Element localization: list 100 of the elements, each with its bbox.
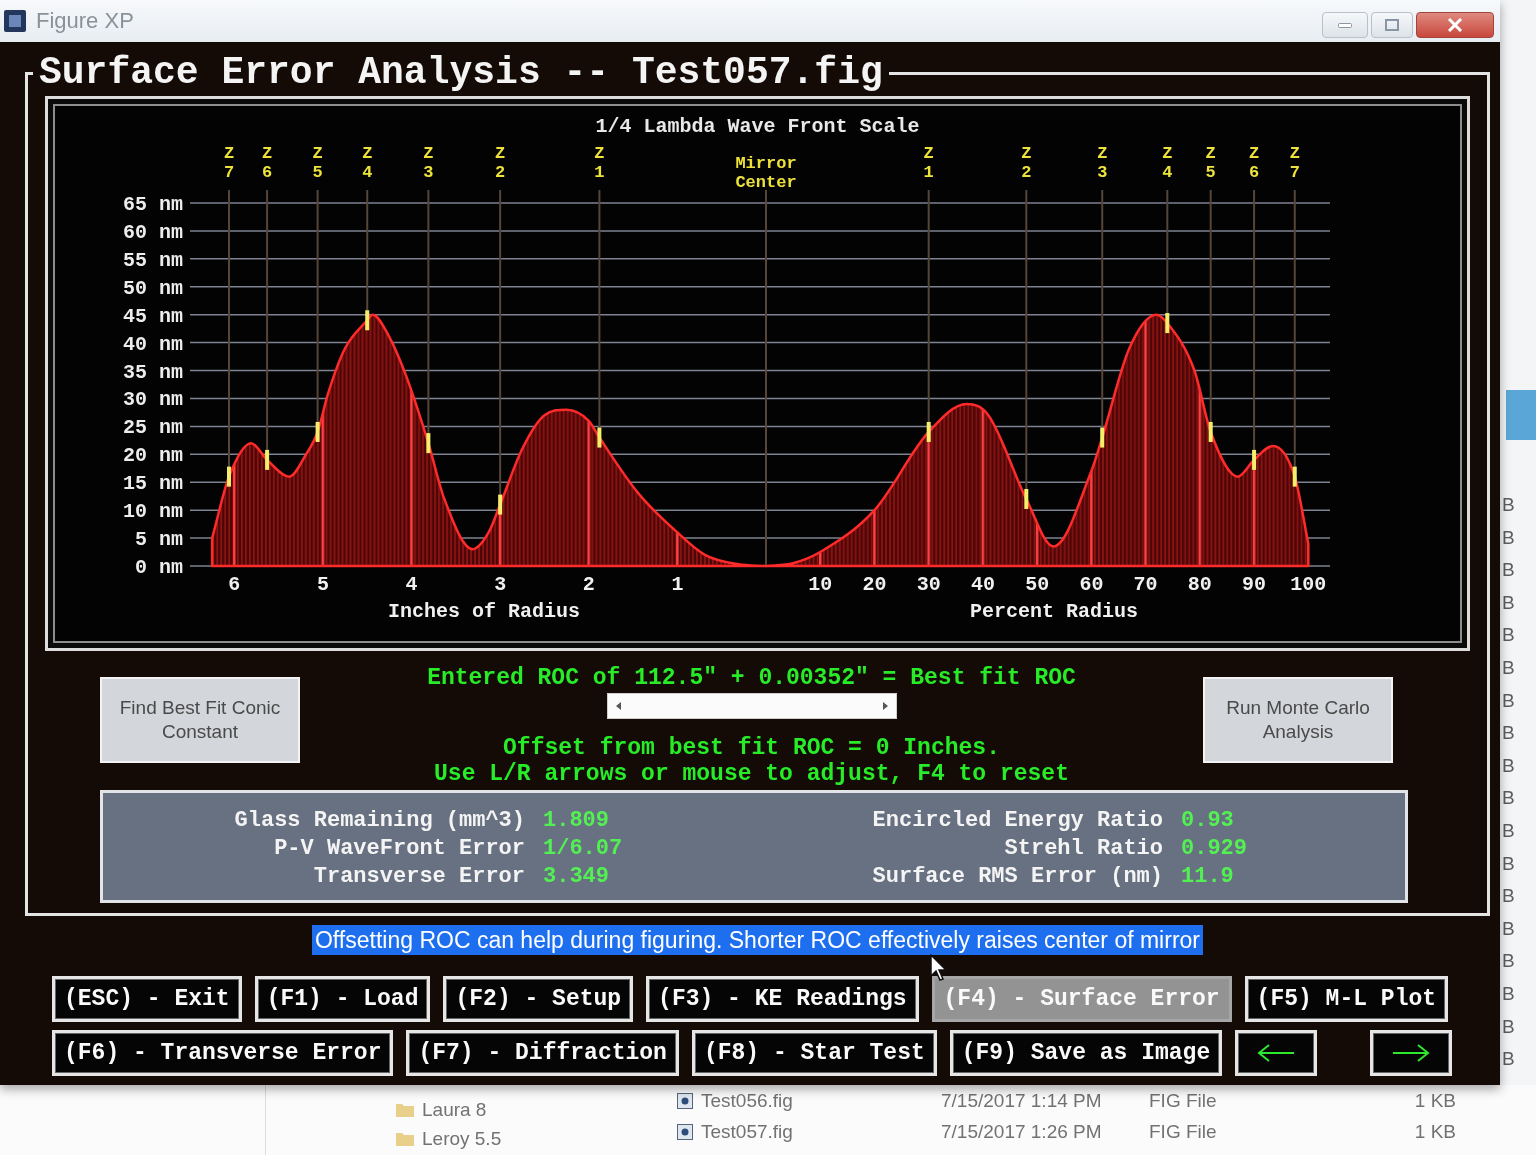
function-key-button[interactable]: (F5) M-L Plot: [1244, 976, 1449, 1022]
function-key-button[interactable]: (F1) - Load: [254, 976, 431, 1022]
zone-marker: [1252, 449, 1257, 470]
stat-label: Strehl Ratio: [1004, 835, 1163, 863]
zone-marker: [1208, 421, 1213, 442]
size-column-text: B: [1502, 590, 1515, 615]
size-column-text: B: [1502, 688, 1515, 713]
monte-carlo-button[interactable]: Run Monte Carlo Analysis: [1203, 677, 1393, 763]
left-arrow-button[interactable]: [1235, 1030, 1318, 1076]
x-tick-label: 6: [228, 573, 241, 596]
zone-label: Z 2: [1021, 144, 1032, 182]
zone-marker: [426, 433, 431, 454]
zone-label: Z 7: [223, 144, 235, 182]
size-column-text: B: [1502, 981, 1515, 1006]
file-date: 7/15/2017 1:14 PM: [941, 1088, 1103, 1113]
x-tick-label: 10: [808, 573, 833, 596]
function-key-button[interactable]: (F9) Save as Image: [949, 1030, 1223, 1076]
stat-label: Surface RMS Error (nm): [872, 863, 1163, 891]
file-size: 1 KB: [1414, 1088, 1456, 1113]
app-icon: [4, 10, 26, 32]
best-fit-conic-button[interactable]: Find Best Fit Conic Constant: [100, 677, 300, 763]
zone-label: Z 5: [1205, 144, 1216, 182]
x-tick-label: 2: [582, 573, 595, 596]
y-tick-label: 5 nm: [135, 528, 183, 552]
function-key-button[interactable]: (F6) - Transverse Error: [52, 1030, 394, 1076]
zone-marker: [365, 310, 370, 331]
adjust-instructions: Use L/R arrows or mouse to adjust, F4 to reset: [434, 761, 1069, 787]
stat-label: Transverse Error: [313, 863, 525, 891]
x-tick-label: 30: [916, 573, 941, 596]
window-title: Figure XP: [36, 8, 134, 34]
zone-marker: [1292, 466, 1297, 487]
stat-value: 0.929: [1181, 835, 1247, 863]
left-arrow-icon: [1256, 1043, 1297, 1063]
size-column-text: B: [1502, 721, 1515, 746]
offset-scrollbar[interactable]: [606, 693, 897, 719]
right-arrow-icon: [1391, 1043, 1432, 1063]
close-button[interactable]: [1416, 12, 1494, 38]
x-axis-title: Inches of Radius: [388, 600, 580, 623]
stat-value: 3.349: [543, 863, 609, 891]
zone-marker: [1165, 313, 1170, 334]
size-column-text: B: [1502, 753, 1515, 778]
zone-marker: [315, 421, 320, 442]
size-column-text: B: [1502, 655, 1515, 680]
center-label: Mirror Center: [735, 154, 797, 192]
zone-label: Z 7: [1289, 144, 1300, 182]
x-tick-label: 100: [1290, 573, 1327, 596]
file-icon: [677, 1123, 693, 1140]
zone-marker: [1100, 427, 1105, 448]
analysis-heading: Surface Error Analysis -- Test057.fig: [38, 52, 884, 94]
y-tick-label: 20 nm: [123, 444, 183, 468]
stat-value: 1/6.07: [543, 835, 623, 863]
zone-label: Z 3: [1097, 144, 1108, 182]
zone-label: Z 1: [594, 144, 605, 182]
function-key-button[interactable]: (F3) - KE Readings: [646, 976, 919, 1022]
file-type: FIG File: [1149, 1088, 1218, 1113]
size-column-text: B: [1502, 525, 1515, 550]
x-tick-label: 90: [1242, 573, 1267, 596]
zone-label: Z 4: [1162, 144, 1173, 182]
y-tick-label: 60 nm: [123, 220, 183, 244]
selection-highlight: [1506, 390, 1536, 440]
stat-value: 1.809: [543, 807, 609, 835]
maximize-icon: [1385, 19, 1399, 31]
folder-name[interactable]: Laura 8: [422, 1097, 487, 1122]
y-tick-label: 55 nm: [123, 248, 183, 272]
y-tick-label: 30 nm: [123, 388, 183, 412]
y-tick-label: 25 nm: [123, 416, 183, 440]
x-tick-label: 3: [494, 573, 507, 596]
size-column-text: B: [1502, 786, 1515, 811]
zone-label: Z 6: [1249, 144, 1260, 182]
size-column-text: B: [1502, 493, 1515, 517]
zone-marker: [597, 427, 602, 448]
chart-title: 1/4 Lambda Wave Front Scale: [595, 115, 920, 139]
hint-text: Offsetting ROC can help during figuring. Shorter ROC effectively raises center of mirror: [312, 925, 1203, 955]
file-name[interactable]: Test056.fig: [701, 1088, 941, 1113]
function-key-button[interactable]: (F7) - Diffraction: [406, 1030, 679, 1076]
x-tick-label: 70: [1133, 573, 1158, 596]
x-tick-label: 40: [970, 573, 995, 596]
y-tick-label: 15 nm: [123, 472, 183, 496]
y-tick-label: 35 nm: [123, 360, 183, 384]
roc-summary: Entered ROC of 112.5" + 0.00352" = Best fit ROC: [427, 665, 1076, 691]
maximize-button[interactable]: [1371, 12, 1413, 38]
x-tick-label: 20: [862, 573, 887, 596]
function-key-button[interactable]: (F2) - Setup: [443, 976, 634, 1022]
folder-name[interactable]: Leroy 5.5: [422, 1126, 502, 1151]
x-tick-label: 5: [316, 573, 329, 596]
stat-label: Encircled Energy Ratio: [872, 807, 1163, 835]
function-key-button[interactable]: (ESC) - Exit: [52, 976, 242, 1022]
x-tick-label: 50: [1025, 573, 1050, 596]
function-key-button[interactable]: (F8) - Star Test: [691, 1030, 937, 1076]
right-arrow-button[interactable]: [1370, 1030, 1453, 1076]
y-tick-label: 45 nm: [123, 304, 183, 328]
file-name[interactable]: Test057.fig: [701, 1119, 941, 1144]
size-column-text: B: [1502, 916, 1515, 941]
stat-value: 11.9: [1181, 863, 1234, 891]
x-tick-label: 60: [1079, 573, 1104, 596]
zone-label: Z 1: [923, 144, 934, 182]
file-date: 7/15/2017 1:26 PM: [941, 1119, 1103, 1144]
size-column-text: B: [1502, 949, 1515, 974]
zone-label: Z 2: [495, 144, 506, 182]
y-tick-label: 50 nm: [123, 276, 183, 300]
